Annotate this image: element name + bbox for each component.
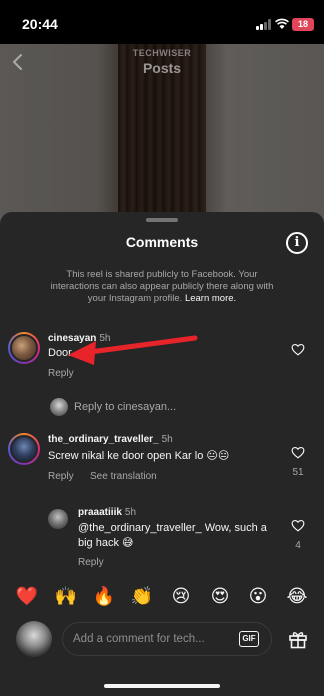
emoji-clapping[interactable]: 👏 [128,582,156,610]
comment-text: Screw nikal ke door open Kar lo 😐😐 [48,450,230,462]
header-title: Posts [142,60,182,76]
cellular-signal-icon [256,19,272,30]
notice-text: This reel is shared publicly to Facebook… [50,269,274,304]
current-user-avatar [16,621,52,657]
avatar[interactable] [8,433,40,465]
status-bar: 20:44 18 [0,0,324,44]
emoji-fire[interactable]: 🔥 [90,582,118,610]
reply-button[interactable]: Reply [78,557,104,568]
emoji-reaction-bar: ❤️ 🙌 🔥 👏 😢 😍 😮 😂 [0,582,324,610]
gift-icon[interactable] [288,629,308,649]
comment-username[interactable]: the_ordinary_traveller_ 5h [48,434,173,445]
emoji-heart-eyes[interactable]: 😍 [206,582,234,610]
comment-time: 5h [161,434,173,445]
avatar[interactable] [48,509,68,529]
username-text[interactable]: the_ordinary_traveller_ [48,434,159,445]
emoji-crying[interactable]: 😢 [167,582,195,610]
gif-button[interactable]: GIF [239,631,259,647]
sheet-drag-handle[interactable] [146,218,178,222]
header-account-name: TECHWISER [132,48,192,58]
status-time: 20:44 [22,16,58,32]
see-translation-button[interactable]: See translation [90,471,157,482]
emoji-surprised[interactable]: 😮 [244,582,272,610]
reply-to-suffix: ... [166,401,177,413]
avatar [50,398,68,416]
wifi-icon [275,18,289,29]
heart-icon[interactable] [291,519,305,532]
like-count: 51 [292,467,304,478]
emoji-raised-hands[interactable]: 🙌 [52,582,80,610]
comment-input[interactable] [73,633,231,645]
sheet-title: Comments [125,234,199,250]
info-icon[interactable]: i [286,232,308,254]
reply-username[interactable]: praaatiiik 5h [78,507,136,518]
reply-button[interactable]: Reply [48,471,74,482]
heart-icon[interactable] [291,343,305,356]
facebook-share-notice: This reel is shared publicly to Facebook… [44,269,280,305]
emoji-laughing[interactable]: 😂 [283,582,311,610]
emoji-heart[interactable]: ❤️ [13,582,41,610]
comment-composer[interactable]: GIF [62,622,272,656]
reply-to-prefix: Reply to [74,401,115,413]
comment-time: 5h [124,507,137,518]
username-text[interactable]: praaatiiik [78,507,122,518]
reply-to-username: cinesayan [117,401,167,413]
reply-text: @the_ordinary_traveller_ Wow, such a big… [78,522,267,549]
reply-to-input[interactable]: Reply to cinesayan... [74,401,176,413]
red-arrow-annotation [68,335,198,365]
battery-indicator: 18 [292,18,314,31]
home-indicator [104,684,220,688]
learn-more-link[interactable]: Learn more. [185,293,236,304]
avatar[interactable] [8,332,40,364]
like-count: 4 [295,540,301,551]
heart-icon[interactable] [291,446,305,459]
